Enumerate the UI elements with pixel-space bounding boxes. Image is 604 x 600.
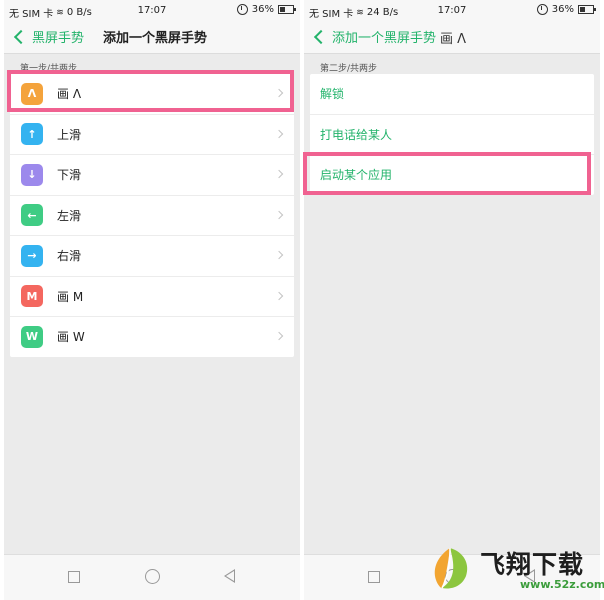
letter-w-icon: W <box>21 325 43 348</box>
gesture-label: 右滑 <box>57 249 82 264</box>
arrow-down-icon: ↓ <box>21 163 43 186</box>
chevron-right-icon <box>274 331 284 341</box>
gesture-label: 画 W <box>57 330 85 345</box>
battery-icon <box>578 5 596 14</box>
back-triangle-button[interactable] <box>224 569 235 583</box>
chevron-right-icon <box>274 250 284 260</box>
recents-button[interactable] <box>68 571 80 583</box>
step-label: 第二步/共两步 <box>320 64 378 74</box>
battery-percent: 36% <box>551 4 574 15</box>
chevron-right-icon <box>274 291 284 300</box>
title-bar: 添加一个黑屏手势 画 Λ <box>304 22 600 54</box>
arrow-up-icon: ↑ <box>21 123 43 146</box>
recents-button[interactable] <box>368 571 380 583</box>
page-title: 画 Λ <box>440 32 467 47</box>
gesture-item-draw-w[interactable]: W 画 W <box>10 317 294 357</box>
battery-icon <box>278 5 296 14</box>
gesture-label: 上滑 <box>57 127 82 142</box>
back-label: 黑屏手势 <box>32 31 85 46</box>
back-button[interactable]: 添加一个黑屏手势 <box>312 27 436 46</box>
gesture-item-swipe-up[interactable]: ↑ 上滑 <box>10 115 294 155</box>
alarm-icon <box>236 4 248 15</box>
home-button[interactable] <box>145 569 160 584</box>
chevron-left-icon <box>13 29 29 44</box>
chevron-right-icon <box>274 129 284 138</box>
back-label: 添加一个黑屏手势 <box>332 31 437 46</box>
chevron-right-icon <box>274 169 284 179</box>
action-item-unlock[interactable]: 解锁 <box>310 74 594 115</box>
gesture-item-swipe-down[interactable]: ↓ 下滑 <box>10 155 294 196</box>
system-nav-bar <box>4 554 300 600</box>
gesture-label: 画 M <box>57 289 84 304</box>
alarm-icon <box>536 4 548 15</box>
status-bar: 无 SIM 卡 ≋ 0 B/s 17:07 36% <box>4 0 300 22</box>
arrow-right-icon: → <box>21 244 43 267</box>
action-label: 打电话给某人 <box>320 127 393 142</box>
gesture-label: 左滑 <box>57 208 82 223</box>
chevron-right-icon <box>274 210 284 219</box>
page-title: 添加一个黑屏手势 <box>103 31 208 46</box>
title-bar: 黑屏手势 添加一个黑屏手势 <box>4 22 300 54</box>
gesture-label: 下滑 <box>57 168 82 183</box>
highlight-box-action <box>303 152 591 195</box>
back-button[interactable]: 黑屏手势 <box>12 27 84 46</box>
gesture-item-draw-m[interactable]: M 画 M <box>10 277 294 317</box>
gesture-item-swipe-left[interactable]: ← 左滑 <box>10 196 294 236</box>
gesture-list: Λ 画 Λ ↑ 上滑 ↓ 下滑 ← 左滑 → 右滑 M 画 M W 画 W <box>10 74 294 357</box>
watermark-url: www.52z.com <box>520 578 604 591</box>
right-screen: 无 SIM 卡 ≋ 24 B/s 17:07 36% 添加一个黑屏手势 画 Λ … <box>304 0 600 600</box>
highlight-box-gesture <box>7 70 294 112</box>
battery-percent: 36% <box>251 4 274 15</box>
action-label: 解锁 <box>320 87 345 102</box>
leaf-logo-icon <box>434 547 468 589</box>
chevron-left-icon <box>313 29 329 44</box>
watermark: 飞翔下载 www.52z.com <box>424 542 604 600</box>
watermark-name: 飞翔下载 <box>480 550 585 579</box>
action-item-call-someone[interactable]: 打电话给某人 <box>310 115 594 155</box>
letter-m-icon: M <box>21 285 43 308</box>
status-bar: 无 SIM 卡 ≋ 24 B/s 17:07 36% <box>304 0 600 22</box>
arrow-left-icon: ← <box>21 204 43 227</box>
gesture-item-swipe-right[interactable]: → 右滑 <box>10 236 294 277</box>
